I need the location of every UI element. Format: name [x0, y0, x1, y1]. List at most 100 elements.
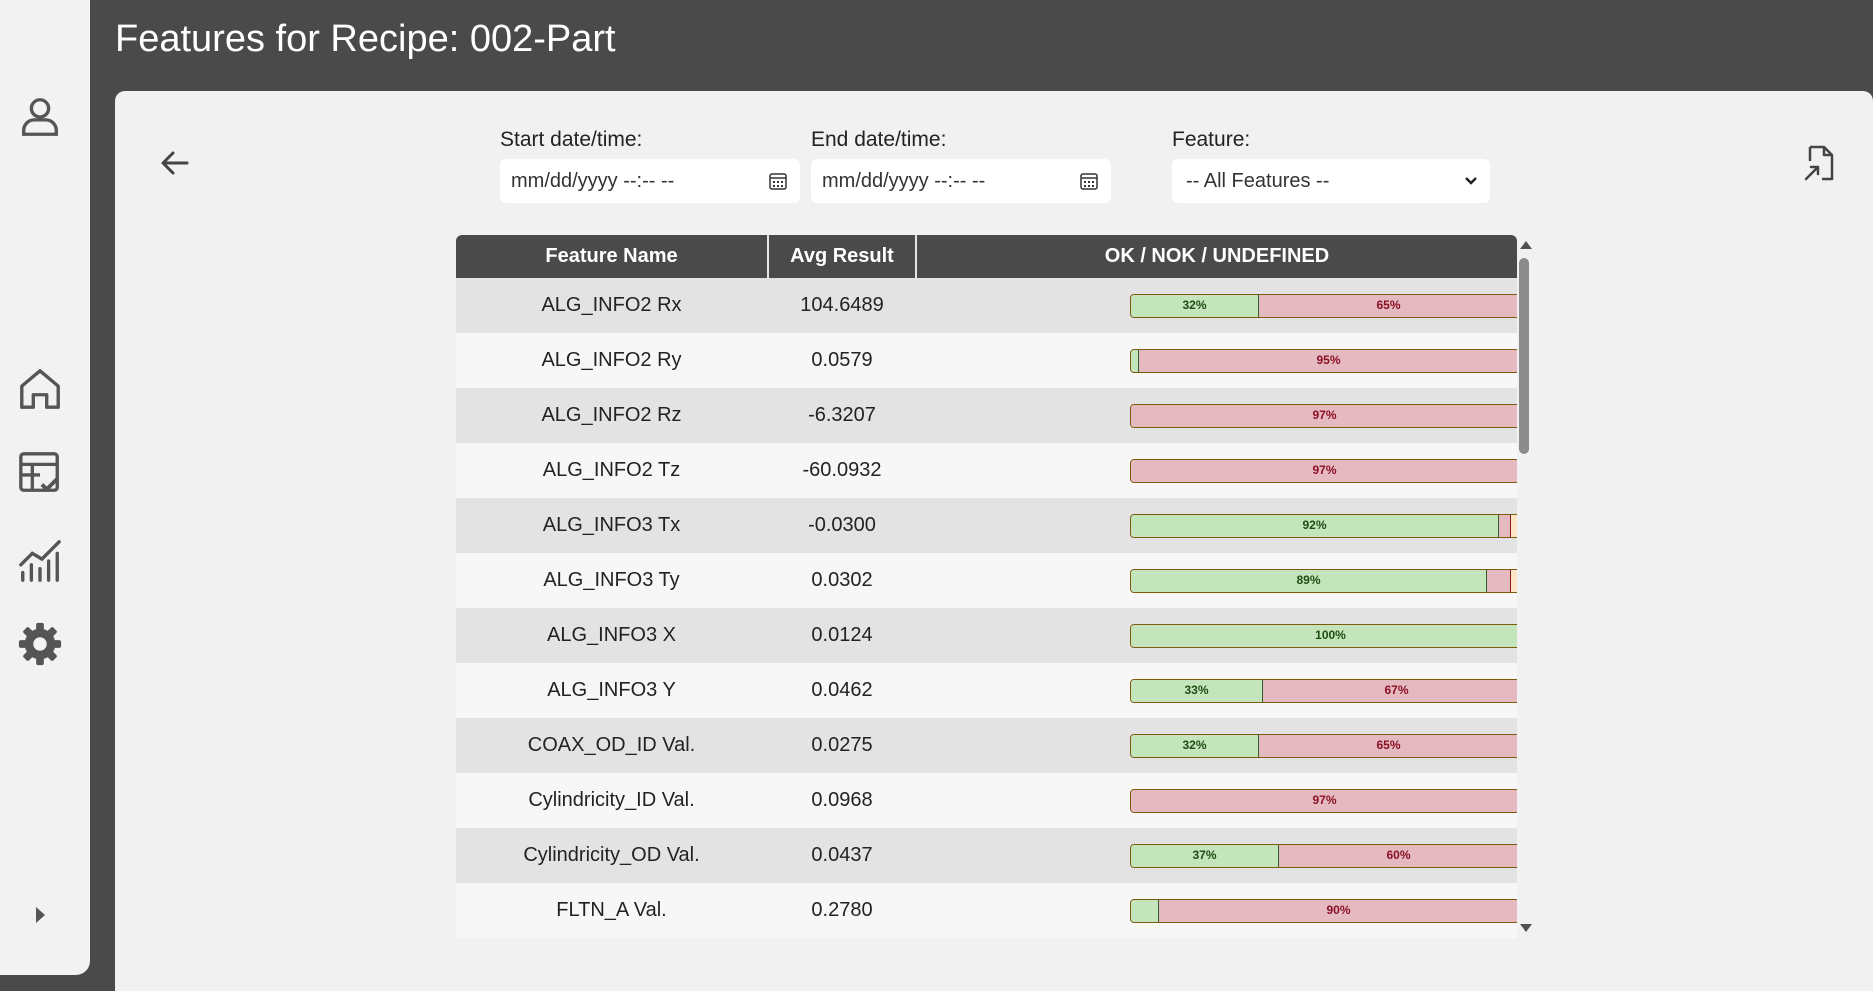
table-header: Feature Name Avg Result OK / NOK / UNDEF…	[456, 235, 1517, 278]
nok-segment	[1499, 515, 1511, 537]
settings-button[interactable]	[13, 617, 67, 671]
column-header-feature-name[interactable]: Feature Name	[456, 235, 767, 278]
column-header-avg-result[interactable]: Avg Result	[769, 235, 915, 278]
feature-name-cell: COAX_OD_ID Val.	[527, 734, 696, 756]
end-date-label: End date/time:	[811, 128, 947, 151]
avg-result-cell: 0.0579	[811, 349, 873, 371]
avg-result-cell: -0.0300	[808, 514, 876, 536]
status-bar: 89%	[1130, 569, 1517, 593]
ok-segment: 32%	[1131, 295, 1259, 317]
status-bar: 97%	[1130, 404, 1517, 428]
nok-segment: 60%	[1279, 845, 1517, 867]
scroll-down-arrow-icon[interactable]	[1520, 924, 1532, 932]
status-bar: 100%	[1130, 624, 1517, 648]
nok-segment	[1487, 570, 1511, 592]
nok-segment: 65%	[1259, 735, 1517, 757]
status-bar: 90%	[1130, 899, 1517, 923]
status-bar: 97%	[1130, 789, 1517, 813]
nok-segment: 95%	[1139, 350, 1517, 372]
table-row[interactable]: ALG_INFO2 Tz -60.0932 97%	[456, 443, 1517, 498]
calendar-icon[interactable]	[768, 171, 788, 191]
feature-name-cell: ALG_INFO3 X	[547, 624, 676, 646]
avg-result-cell: 0.0462	[811, 679, 873, 701]
ok-segment: 32%	[1131, 735, 1259, 757]
status-bar: 92%	[1130, 514, 1517, 538]
ok-segment: 92%	[1131, 515, 1499, 537]
feature-name-cell: ALG_INFO3 Y	[547, 679, 676, 701]
nok-segment: 67%	[1263, 680, 1517, 702]
avg-result-cell: 104.6489	[800, 294, 884, 316]
user-icon	[22, 98, 58, 136]
feature-name-cell: Cylindricity_ID Val.	[528, 789, 695, 811]
table-row[interactable]: ALG_INFO3 Tx -0.0300 92%	[456, 498, 1517, 553]
table-row[interactable]: ALG_INFO2 Rx 104.6489 32% 65%	[456, 278, 1517, 333]
chevron-down-icon	[1465, 177, 1477, 185]
chart-button[interactable]	[13, 534, 67, 588]
page-title: Features for Recipe: 002-Part	[115, 18, 616, 60]
ok-segment: 100%	[1131, 625, 1517, 647]
table-row[interactable]: ALG_INFO2 Ry 0.0579 95%	[456, 333, 1517, 388]
feature-select[interactable]: -- All Features --	[1172, 159, 1490, 203]
feature-name-cell: ALG_INFO2 Ry	[541, 349, 682, 371]
start-date-input[interactable]: mm/dd/yyyy --:-- --	[500, 159, 800, 203]
avg-result-cell: 0.0302	[811, 569, 873, 591]
user-button[interactable]	[13, 90, 67, 144]
status-bar: 37% 60%	[1130, 844, 1517, 868]
ok-segment	[1131, 350, 1139, 372]
table-row[interactable]: ALG_INFO2 Rz -6.3207 97%	[456, 388, 1517, 443]
avg-result-cell: 0.0124	[811, 624, 873, 646]
nok-segment: 97%	[1131, 790, 1517, 812]
expand-sidebar-button[interactable]	[13, 888, 67, 942]
export-file-icon[interactable]	[1800, 143, 1838, 183]
expand-arrow-icon	[36, 907, 45, 923]
nok-segment: 97%	[1131, 405, 1517, 427]
ok-segment	[1131, 900, 1159, 922]
feature-label: Feature:	[1172, 128, 1251, 151]
feature-name-cell: FLTN_A Val.	[556, 899, 667, 921]
ok-segment: 33%	[1131, 680, 1263, 702]
scrollbar-thumb[interactable]	[1519, 258, 1529, 454]
table-row[interactable]: FLTN_A Val. 0.2780 90%	[456, 883, 1517, 938]
avg-result-cell: -6.3207	[808, 404, 876, 426]
checklist-icon	[19, 452, 59, 493]
status-bar: 33% 67%	[1130, 679, 1517, 703]
nok-segment: 65%	[1259, 295, 1517, 317]
end-date-input[interactable]: mm/dd/yyyy --:-- --	[811, 159, 1111, 203]
table-row[interactable]: ALG_INFO3 Y 0.0462 33% 67%	[456, 663, 1517, 718]
status-bar: 97%	[1130, 459, 1517, 483]
main-panel: Start date/time: mm/dd/yyyy --:-- -- End…	[115, 91, 1873, 991]
feature-name-cell: ALG_INFO2 Tz	[542, 459, 681, 481]
feature-name-cell: Cylindricity_OD Val.	[523, 844, 700, 866]
home-button[interactable]	[13, 362, 67, 416]
nok-segment: 97%	[1131, 460, 1517, 482]
column-header-status[interactable]: OK / NOK / UNDEFINED	[917, 235, 1517, 278]
table-row[interactable]: COAX_OD_ID Val. 0.0275 32% 65%	[456, 718, 1517, 773]
avg-result-cell: 0.0968	[811, 789, 873, 811]
feature-name-cell: ALG_INFO3 Ty	[543, 569, 680, 591]
feature-name-cell: ALG_INFO3 Tx	[542, 514, 681, 536]
features-table: Feature Name Avg Result OK / NOK / UNDEF…	[456, 235, 1517, 938]
calendar-icon[interactable]	[1079, 171, 1099, 191]
status-bar: 32% 65%	[1130, 734, 1517, 758]
avg-result-cell: -60.0932	[802, 459, 882, 481]
nok-segment: 90%	[1159, 900, 1517, 922]
chart-icon	[19, 540, 61, 582]
table-row[interactable]: Cylindricity_ID Val. 0.0968 97%	[456, 773, 1517, 828]
settings-icon	[18, 622, 62, 666]
status-bar: 95%	[1130, 349, 1517, 373]
start-date-placeholder: mm/dd/yyyy --:-- --	[511, 170, 675, 192]
scroll-up-arrow-icon[interactable]	[1520, 241, 1532, 249]
avg-result-cell: 0.2780	[811, 899, 873, 921]
table-row[interactable]: Cylindricity_OD Val. 0.0437 37% 60%	[456, 828, 1517, 883]
sidebar	[0, 0, 90, 975]
avg-result-cell: 0.0437	[811, 844, 873, 866]
checklist-button[interactable]	[13, 446, 67, 500]
feature-name-cell: ALG_INFO2 Rz	[541, 404, 682, 426]
table-row[interactable]: ALG_INFO3 Ty 0.0302 89%	[456, 553, 1517, 608]
start-date-label: Start date/time:	[500, 128, 643, 151]
table-row[interactable]: ALG_INFO3 X 0.0124 100%	[456, 608, 1517, 663]
table-scrollbar[interactable]	[1517, 235, 1532, 938]
ok-segment: 37%	[1131, 845, 1279, 867]
feature-select-value: -- All Features --	[1186, 170, 1330, 192]
back-arrow-icon[interactable]	[157, 145, 193, 181]
